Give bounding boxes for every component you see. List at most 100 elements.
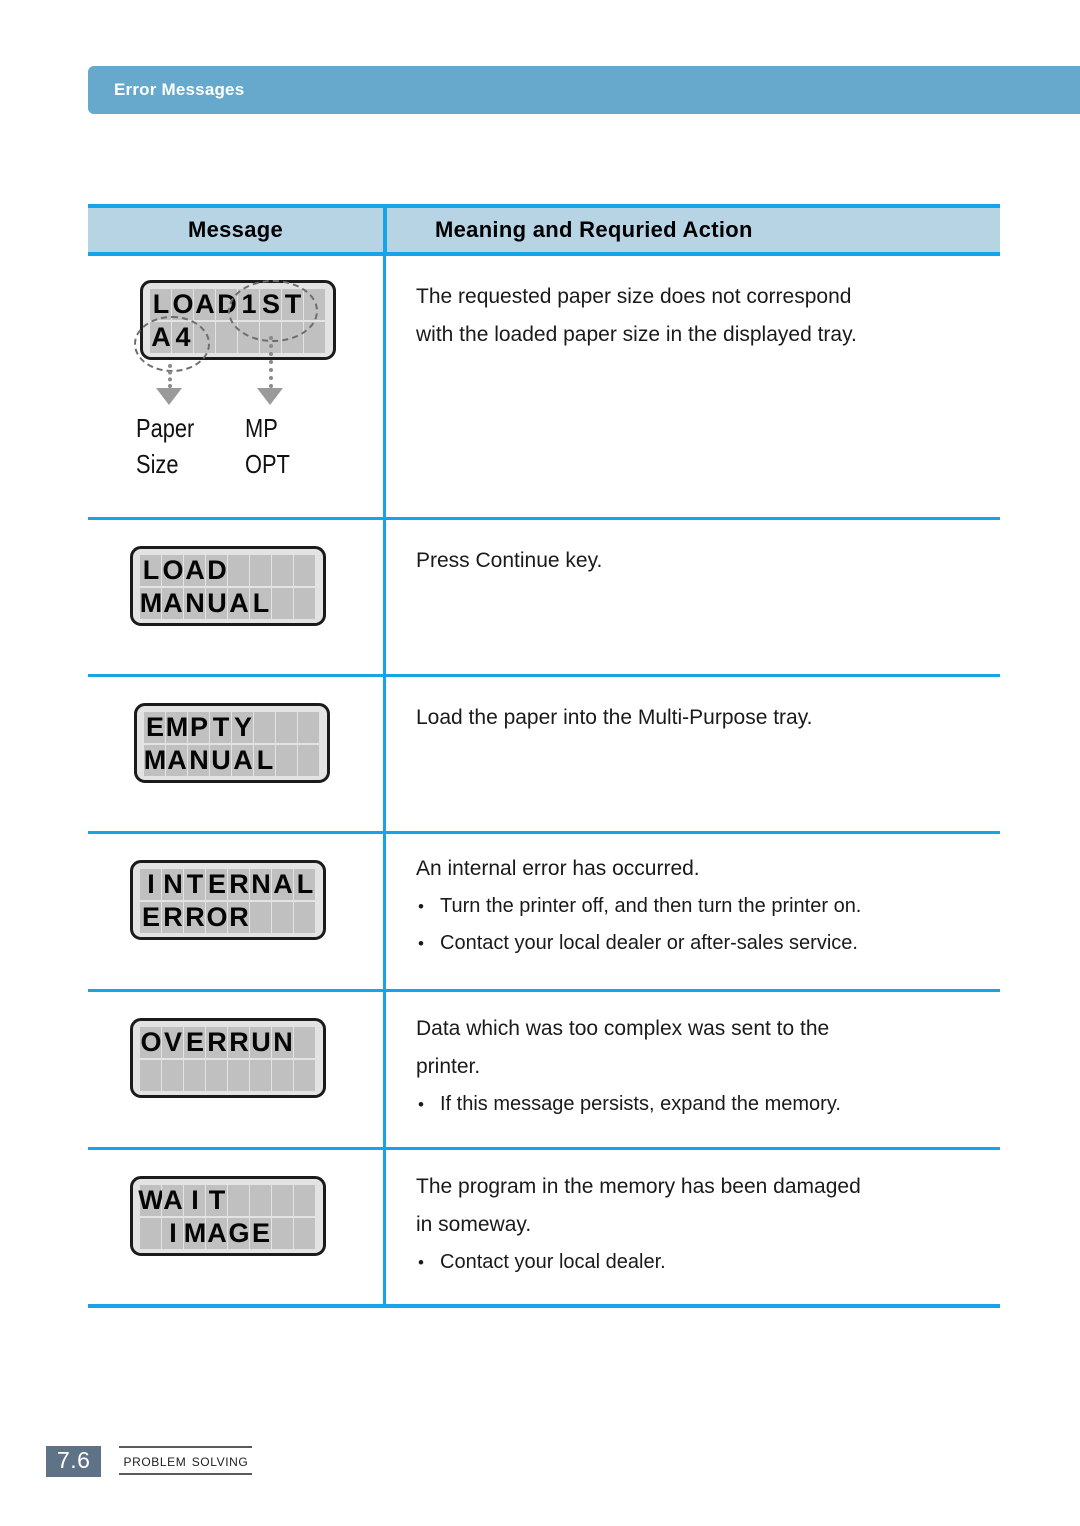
lcd-line-1: I N T E R N A L xyxy=(140,869,316,900)
footer-section-rule: Problem Solving xyxy=(119,1446,253,1475)
meaning-text-line: The requested paper size does not corres… xyxy=(416,285,852,308)
lcd-cell xyxy=(304,289,325,320)
callout-label-line1: Paper xyxy=(136,413,195,443)
lcd-char: O xyxy=(140,1026,161,1057)
lcd-cell xyxy=(272,1185,293,1216)
meaning-bullet-item: If this message persists, expand the mem… xyxy=(416,1086,980,1123)
lcd-cell: N xyxy=(272,1027,293,1058)
lcd-display: L O A D M A N U A L xyxy=(130,546,326,626)
lcd-display: L O A D 1 S T A 4 xyxy=(140,280,336,360)
lcd-cell xyxy=(184,1060,205,1091)
lcd-cell xyxy=(250,1185,271,1216)
table-row: L O A D M A N U A L Press Continue key. xyxy=(88,520,1000,677)
lcd-cell xyxy=(272,1060,293,1091)
lcd-char: R xyxy=(229,1026,248,1057)
callout-label-mp-opt: MP OPT xyxy=(245,410,290,482)
lcd-cell: 1 xyxy=(238,289,259,320)
lcd-cell xyxy=(216,322,237,353)
lcd-cell: U xyxy=(206,588,227,619)
lcd-cell: O xyxy=(162,555,184,586)
lcd-cell xyxy=(276,745,297,776)
lcd-cell: 4 xyxy=(172,322,193,353)
lcd-cell xyxy=(294,1027,315,1058)
lcd-cell: A xyxy=(272,869,293,900)
leader-dots-mp-opt xyxy=(269,336,276,388)
lcd-cell xyxy=(140,1218,161,1249)
lcd-line-2 xyxy=(140,1060,316,1091)
lcd-cell xyxy=(294,1218,315,1249)
table-row: O V E R R U N Data which was too complex… xyxy=(88,992,1000,1150)
lcd-cell: L xyxy=(250,588,271,619)
lcd-line-2: M A N U A L xyxy=(140,588,316,619)
message-cell: E M P T Y M A N U A L xyxy=(88,677,383,831)
callout-label-line1: MP xyxy=(245,413,278,443)
meaning-text-line: An internal error has occurred. xyxy=(416,857,700,880)
lcd-char: N xyxy=(251,868,270,899)
lcd-cell: T xyxy=(210,712,231,743)
lcd-char: A xyxy=(185,554,204,585)
lcd-cell xyxy=(276,712,297,743)
lcd-char: A xyxy=(207,1217,226,1248)
lcd-cell: U xyxy=(210,745,231,776)
lcd-cell xyxy=(294,902,315,933)
lcd-char: U xyxy=(207,587,226,618)
lcd-char: R xyxy=(207,1026,226,1057)
lcd-cell: P xyxy=(188,712,209,743)
error-messages-table: Message Meaning and Requried Action L O … xyxy=(88,204,1000,1308)
lcd-display: E M P T Y M A N U A L xyxy=(134,703,330,783)
lcd-cell xyxy=(298,745,319,776)
lcd-cell: A xyxy=(166,745,187,776)
table-row: W A I T I M A G E The program in the mem… xyxy=(88,1150,1000,1308)
meaning-text-line: The program in the memory has been damag… xyxy=(416,1175,861,1198)
lcd-char: I xyxy=(147,868,154,899)
lcd-cell: N xyxy=(188,745,209,776)
lcd-char: L xyxy=(252,587,269,618)
lcd-char: O xyxy=(172,288,193,319)
table-body: L O A D 1 S T A 4 Paper Size MP OPT The … xyxy=(88,256,1000,1308)
lcd-cell: A xyxy=(162,588,183,619)
lcd-cell: M xyxy=(184,1218,206,1249)
lcd-cell: A xyxy=(232,745,253,776)
lcd-cell: D xyxy=(216,289,237,320)
lcd-char: A xyxy=(273,868,292,899)
meaning-text-line: Load the paper into the Multi-Purpose tr… xyxy=(416,706,813,729)
lcd-cell: V xyxy=(162,1027,183,1058)
lcd-cell xyxy=(250,1060,271,1091)
lcd-char: N xyxy=(189,744,208,775)
lcd-cell: O xyxy=(140,1026,162,1058)
lcd-char: E xyxy=(207,868,226,899)
lcd-cell xyxy=(298,712,319,743)
lcd-char: A xyxy=(151,321,170,352)
lcd-cell xyxy=(254,712,275,743)
lcd-line-1: O V E R R U N xyxy=(140,1027,316,1058)
lcd-cell: I xyxy=(162,1218,183,1249)
lcd-cell xyxy=(194,322,215,353)
meaning-cell: The program in the memory has been damag… xyxy=(386,1150,1000,1304)
lcd-cell: S xyxy=(260,289,281,320)
running-header-title: Error Messages xyxy=(114,80,245,99)
lcd-char: P xyxy=(189,711,208,742)
meaning-cell: Press Continue key. xyxy=(386,520,1000,674)
message-cell: L O A D M A N U A L xyxy=(88,520,383,674)
lcd-cell: M xyxy=(140,588,162,619)
meaning-cell: Load the paper into the Multi-Purpose tr… xyxy=(386,677,1000,831)
lcd-char: D xyxy=(207,554,226,585)
lcd-char: U xyxy=(251,1026,270,1057)
footer-page-number: 7.6 xyxy=(46,1446,102,1477)
lcd-cell xyxy=(272,588,293,619)
running-header-bar: Error Messages xyxy=(88,66,1080,114)
lcd-cell: A xyxy=(228,588,249,619)
lcd-line-2: E R R O R xyxy=(140,902,316,933)
lcd-cell: E xyxy=(250,1218,271,1249)
page-footer: 7.6 Problem Solving xyxy=(46,1446,253,1477)
meaning-text-line: printer. xyxy=(416,1055,481,1078)
lcd-char: E xyxy=(141,901,160,932)
lcd-cell xyxy=(272,902,293,933)
lcd-cell: M xyxy=(144,745,166,776)
lcd-cell xyxy=(250,902,271,933)
lcd-cell xyxy=(272,1218,293,1249)
lcd-cell: A xyxy=(184,555,205,586)
lcd-cell: A xyxy=(162,1185,183,1216)
lcd-char: V xyxy=(163,1026,182,1057)
message-cell: O V E R R U N xyxy=(88,992,383,1147)
